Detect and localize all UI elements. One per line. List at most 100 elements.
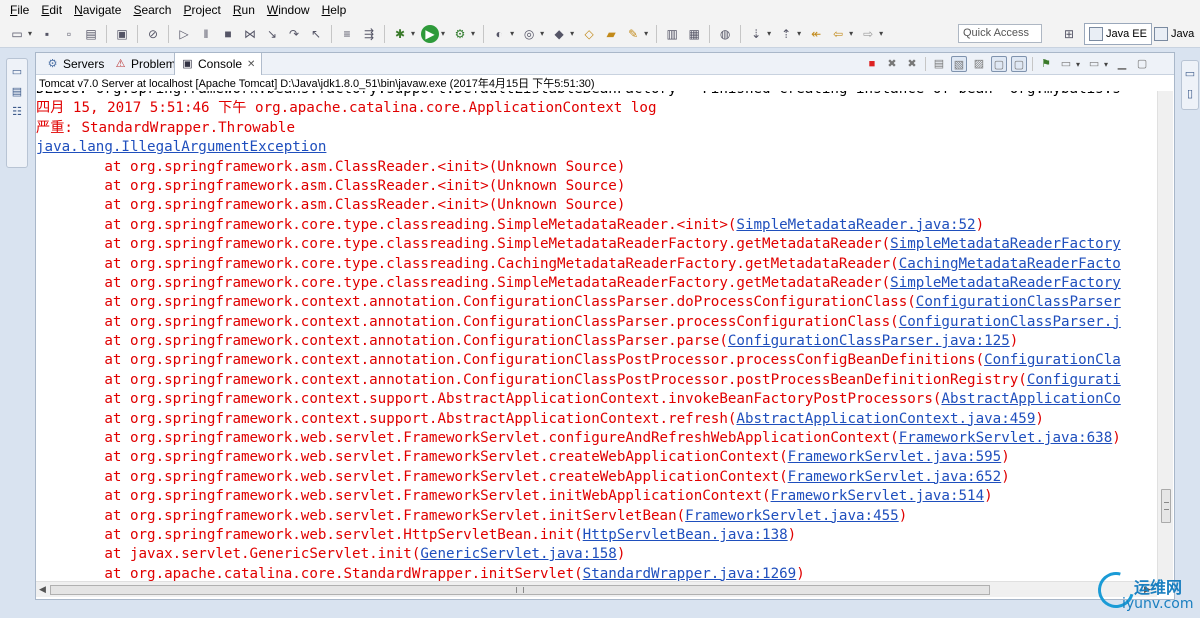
open-console-icon[interactable]: ▣ <box>113 25 131 43</box>
external-tools-icon[interactable]: ⚙ <box>451 25 469 43</box>
menu-run[interactable]: Run <box>227 0 261 20</box>
open-task-icon[interactable]: ▰ <box>602 25 620 43</box>
terminate-icon[interactable]: ■ <box>864 56 880 72</box>
web-browser-icon[interactable]: ◍ <box>716 25 734 43</box>
open-console-dropdown-icon[interactable]: ▾ <box>1104 60 1108 69</box>
suspend-icon[interactable]: ‖ <box>197 25 215 43</box>
new-dropdown-icon[interactable]: ▾ <box>28 29 32 38</box>
next-annotation-icon[interactable]: ⇣ <box>747 25 765 43</box>
source-link[interactable]: FrameworkServlet.java:595 <box>788 449 1002 465</box>
toggle-block-selection-icon[interactable]: ▦ <box>685 25 703 43</box>
step-into-icon[interactable]: ↘ <box>263 25 281 43</box>
print-icon[interactable]: ▤ <box>82 25 100 43</box>
external-tools-dropdown-icon[interactable]: ▾ <box>471 29 475 38</box>
perspective-java-ee[interactable]: Java EE <box>1084 23 1152 45</box>
debug-icon[interactable]: ✱ <box>391 25 409 43</box>
scroll-left-icon[interactable]: ◀ <box>39 584 46 595</box>
menu-search[interactable]: Search <box>127 0 177 20</box>
tab-servers[interactable]: ⚙ Servers <box>40 53 110 75</box>
back-icon[interactable]: ⇦ <box>829 25 847 43</box>
new-web-icon[interactable]: ◎ <box>520 25 538 43</box>
remove-all-terminated-icon[interactable]: ✖ <box>904 56 920 72</box>
save-icon[interactable]: ▪ <box>38 25 56 43</box>
maximize-icon[interactable]: ▢ <box>1134 56 1150 72</box>
display-selected-console-icon[interactable]: ▭ <box>1058 56 1074 72</box>
source-link[interactable]: ConfigurationClassParser.j <box>899 314 1121 330</box>
source-link[interactable]: SimpleMetadataReaderFactory <box>890 275 1121 291</box>
disconnect-icon[interactable]: ⋈ <box>241 25 259 43</box>
drop-to-frame-icon[interactable]: ≡ <box>338 25 356 43</box>
use-step-filters-icon[interactable]: ⇶ <box>360 25 378 43</box>
source-link[interactable]: SimpleMetadataReader.java:52 <box>736 217 975 233</box>
minimize-icon[interactable]: ▁ <box>1114 56 1130 72</box>
console-output[interactable]: DEBUG: org.springframework.beans.factory… <box>36 91 1156 581</box>
source-link[interactable]: FrameworkServlet.java:514 <box>771 488 985 504</box>
search-dropdown-icon[interactable]: ▾ <box>644 29 648 38</box>
last-edit-location-icon[interactable]: ↞ <box>807 25 825 43</box>
source-link[interactable]: AbstractApplicationCo <box>941 391 1120 407</box>
skip-breakpoints-icon[interactable]: ⊘ <box>144 25 162 43</box>
debug-dropdown-icon[interactable]: ▾ <box>411 29 415 38</box>
perspective-java[interactable]: Java <box>1150 23 1198 45</box>
resume-icon[interactable]: ▷ <box>175 25 193 43</box>
word-wrap-icon[interactable]: ▨ <box>971 56 987 72</box>
restore-right-icon[interactable]: ▭ <box>1183 67 1197 81</box>
source-link[interactable]: ConfigurationClassParser.java:125 <box>728 333 1010 349</box>
open-type-icon[interactable]: ◇ <box>580 25 598 43</box>
toggle-mark-occurrences-icon[interactable]: ▥ <box>663 25 681 43</box>
step-over-icon[interactable]: ↷ <box>285 25 303 43</box>
pin-console-icon[interactable]: ⚑ <box>1038 56 1054 72</box>
close-icon[interactable]: ✕ <box>247 59 255 70</box>
run-dropdown-icon[interactable]: ▾ <box>441 29 445 38</box>
terminate-icon[interactable]: ■ <box>219 25 237 43</box>
forward-icon[interactable]: ⇨ <box>859 25 877 43</box>
exception-link[interactable]: java.lang.IllegalArgumentException <box>36 138 1156 157</box>
source-link[interactable]: FrameworkServlet.java:638 <box>899 430 1113 446</box>
clear-console-icon[interactable]: ▤ <box>931 56 947 72</box>
remove-launch-icon[interactable]: ✖ <box>884 56 900 72</box>
source-link[interactable]: ConfigurationClassParser <box>916 294 1121 310</box>
source-link[interactable]: ConfigurationCla <box>984 352 1121 368</box>
open-perspective-icon[interactable]: ⊞ <box>1060 25 1078 43</box>
next-annotation-dropdown-icon[interactable]: ▾ <box>767 29 771 38</box>
display-console-dropdown-icon[interactable]: ▾ <box>1076 60 1080 69</box>
previous-annotation-dropdown-icon[interactable]: ▾ <box>797 29 801 38</box>
source-link[interactable]: FrameworkServlet.java:455 <box>685 508 899 524</box>
forward-dropdown-icon[interactable]: ▾ <box>879 29 883 38</box>
save-all-icon[interactable]: ▫ <box>60 25 78 43</box>
back-dropdown-icon[interactable]: ▾ <box>849 29 853 38</box>
menu-edit[interactable]: Edit <box>35 0 68 20</box>
step-return-icon[interactable]: ↖ <box>307 25 325 43</box>
vertical-scrollbar[interactable] <box>1157 91 1173 581</box>
menu-navigate[interactable]: Navigate <box>68 0 127 20</box>
menu-project[interactable]: Project <box>177 0 226 20</box>
new-package-icon[interactable]: ◆ <box>550 25 568 43</box>
show-on-stdout-icon[interactable]: ▢ <box>991 56 1007 72</box>
source-link[interactable]: FrameworkServlet.java:652 <box>788 469 1002 485</box>
project-explorer-icon[interactable]: ▤ <box>10 85 24 99</box>
source-link[interactable]: StandardWrapper.java:1269 <box>583 566 797 581</box>
quick-access-input[interactable]: Quick Access <box>958 24 1042 43</box>
source-link[interactable]: HttpServletBean.java:138 <box>583 527 788 543</box>
new-package-dropdown-icon[interactable]: ▾ <box>570 29 574 38</box>
scroll-lock-icon[interactable]: ▧ <box>951 56 967 72</box>
horizontal-scroll-thumb[interactable] <box>50 585 990 595</box>
show-on-stderr-icon[interactable]: ▢ <box>1011 56 1027 72</box>
source-link[interactable]: GenericServlet.java:158 <box>420 546 616 562</box>
run-icon[interactable]: ▶ <box>421 24 440 43</box>
source-link[interactable]: SimpleMetadataReaderFactory <box>890 236 1121 252</box>
open-console-icon[interactable]: ▭ <box>1086 56 1102 72</box>
new-icon[interactable]: ▭ <box>8 25 26 43</box>
menu-window[interactable]: Window <box>261 0 316 20</box>
previous-annotation-icon[interactable]: ⇡ <box>777 25 795 43</box>
new-server-dropdown-icon[interactable]: ▾ <box>510 29 514 38</box>
outline-icon[interactable]: ☷ <box>10 105 24 119</box>
new-web-dropdown-icon[interactable]: ▾ <box>540 29 544 38</box>
task-list-icon[interactable]: ▯ <box>1183 87 1197 101</box>
tab-console[interactable]: ▣ Console ✕ <box>174 53 263 75</box>
new-server-icon[interactable]: ◐ <box>490 25 508 43</box>
menu-help[interactable]: Help <box>316 0 353 20</box>
search-icon[interactable]: ✎ <box>624 25 642 43</box>
source-link[interactable]: Configurati <box>1027 372 1121 388</box>
source-link[interactable]: CachingMetadataReaderFacto <box>899 256 1121 272</box>
